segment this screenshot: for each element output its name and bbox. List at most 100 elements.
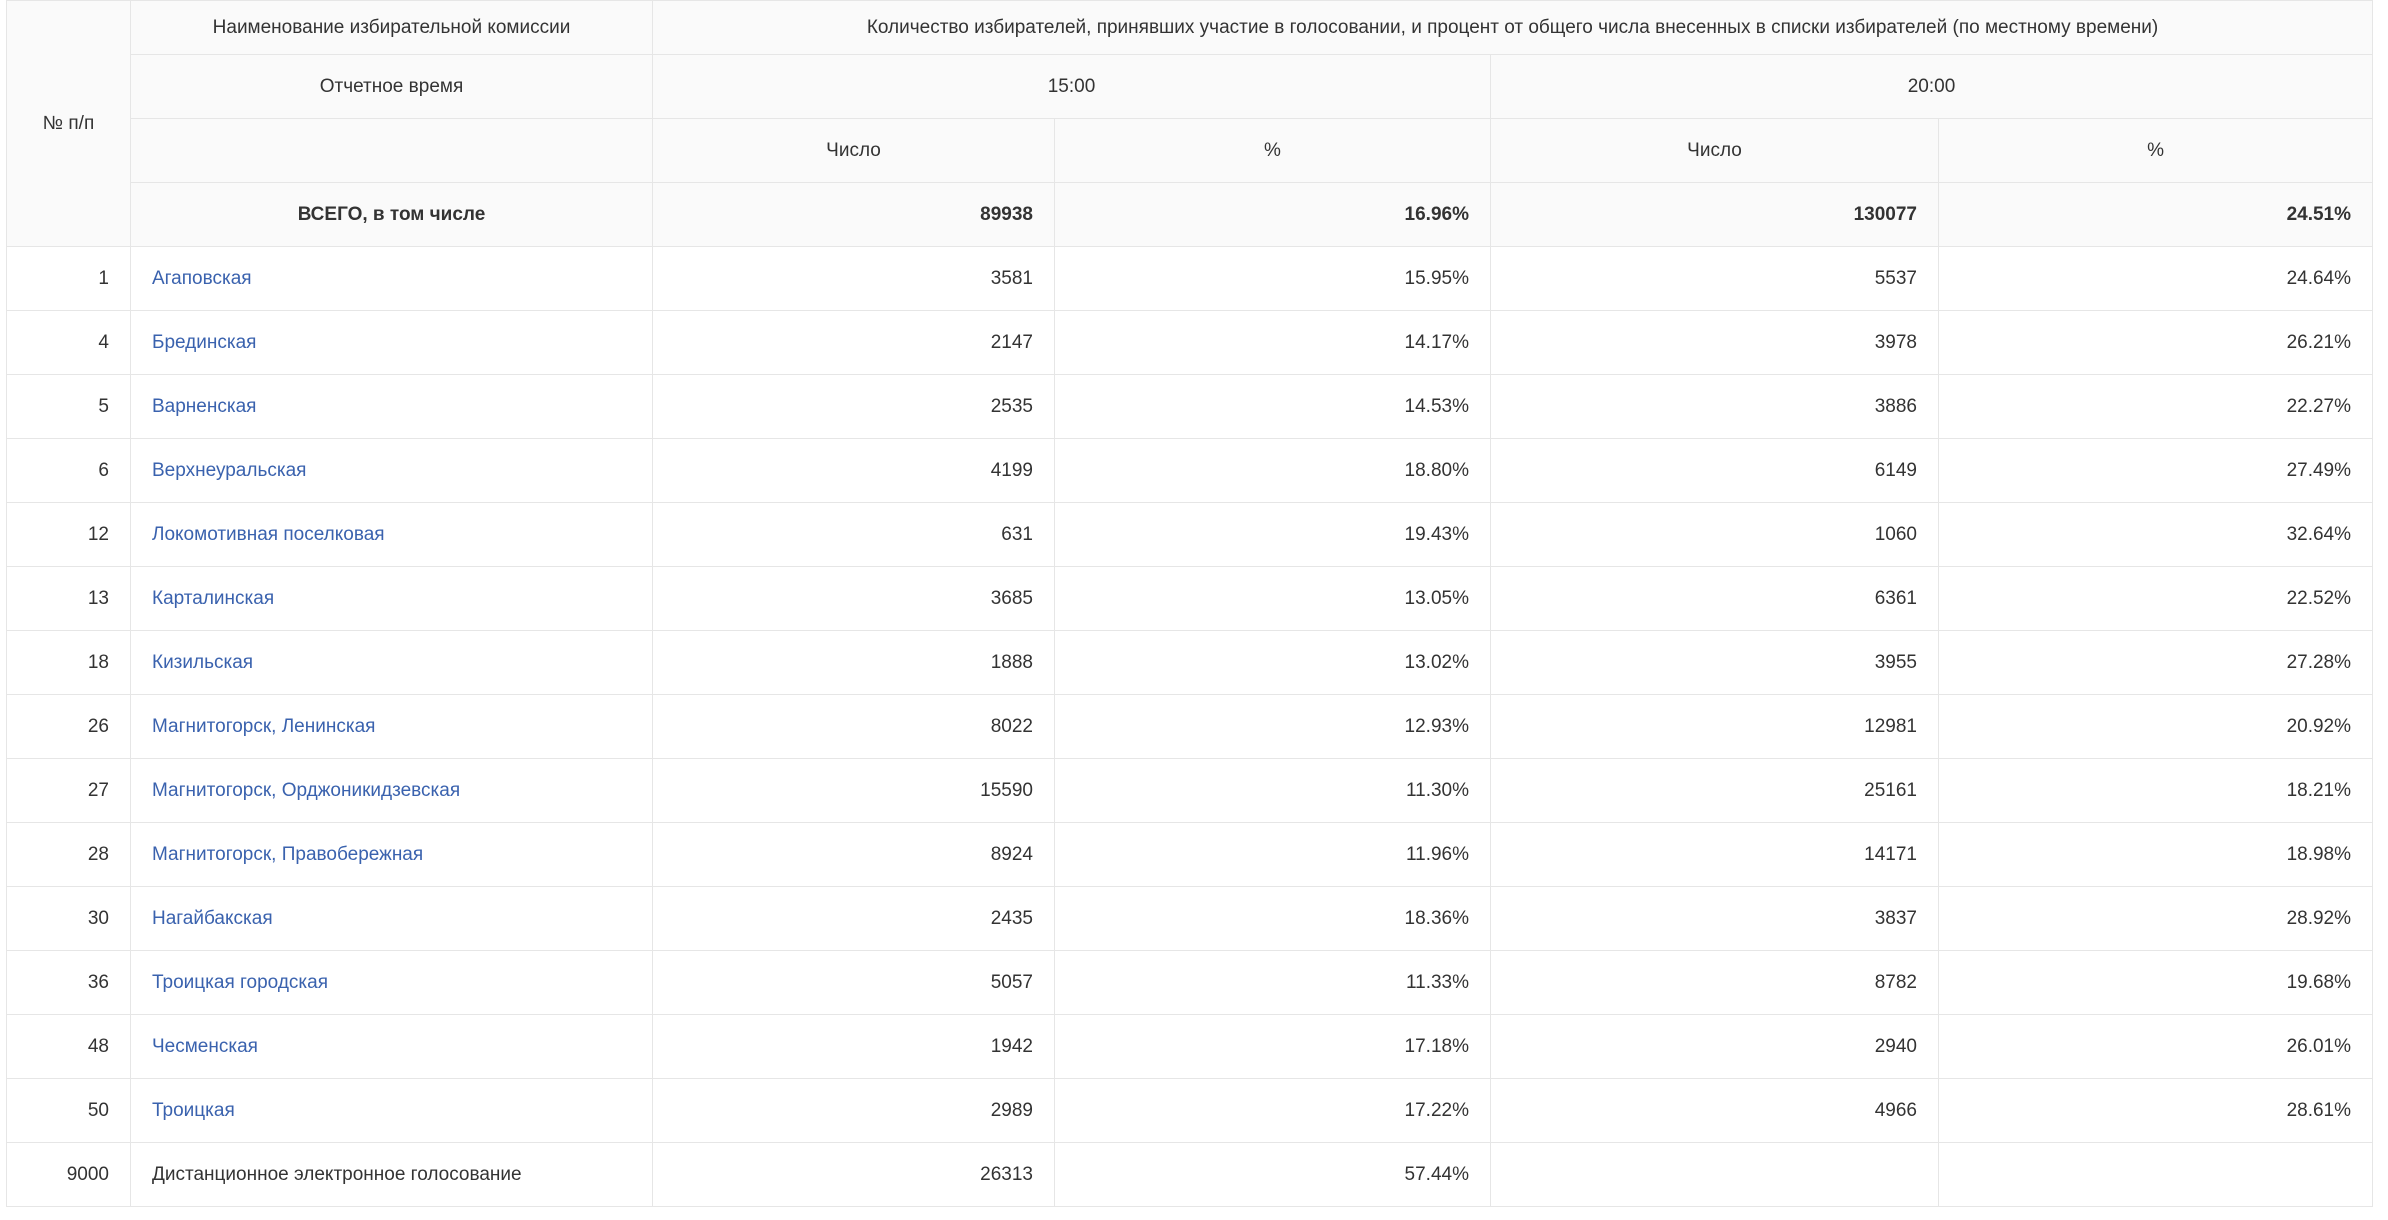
header-report-time: Отчетное время	[130, 54, 653, 119]
percent-2000: 22.27%	[1937, 374, 2374, 439]
row-number: 27	[6, 758, 131, 823]
row-number: 12	[6, 502, 131, 567]
table-row: 30 Нагайбакская 2435 18.36% 3837 28.92%	[6, 886, 2374, 951]
row-number: 28	[6, 822, 131, 887]
table-row: 6 Верхнеуральская 4199 18.80% 6149 27.49%	[6, 438, 2374, 503]
row-number: 4	[6, 310, 131, 375]
header-row-2: Отчетное время 15:00 20:00	[7, 54, 2374, 119]
percent-2000: 27.28%	[1937, 630, 2374, 695]
table-row-remote-voting: 9000 Дистанционное электронное голосовани…	[6, 1142, 2374, 1207]
percent-1500: 18.36%	[1054, 886, 1491, 951]
percent-2000: 19.68%	[1937, 950, 2374, 1015]
percent-2000: 20.92%	[1937, 694, 2374, 759]
count-2000: 2940	[1490, 1014, 1939, 1079]
count-1500: 1888	[652, 630, 1055, 695]
percent-1500: 13.05%	[1054, 566, 1491, 631]
count-2000: 6149	[1490, 438, 1939, 503]
header-time-2000: 20:00	[1489, 54, 2374, 119]
percent-2000: 18.98%	[1937, 822, 2374, 887]
count-2000: 5537	[1490, 246, 1939, 311]
count-2000	[1490, 1142, 1939, 1207]
count-2000: 25161	[1490, 758, 1939, 823]
percent-1500: 19.43%	[1054, 502, 1491, 567]
table-row: 18 Кизильская 1888 13.02% 3955 27.28%	[6, 630, 2374, 695]
commission-name-cell: Кизильская	[130, 630, 653, 695]
count-1500: 2435	[652, 886, 1055, 951]
count-1500: 1942	[652, 1014, 1055, 1079]
header-commission-name: Наименование избирательной комиссии	[130, 0, 653, 55]
commission-link[interactable]: Магнитогорск, Ленинская	[152, 716, 375, 737]
percent-1500: 11.96%	[1054, 822, 1491, 887]
total-count-2000: 130077	[1490, 182, 1939, 247]
percent-2000: 28.61%	[1937, 1078, 2374, 1143]
count-1500: 2535	[652, 374, 1055, 439]
header-time-1500: 15:00	[652, 54, 1491, 119]
total-label: ВСЕГО, в том числе	[130, 182, 653, 247]
percent-2000: 26.01%	[1937, 1014, 2374, 1079]
commission-link[interactable]: Агаповская	[152, 268, 252, 289]
percent-1500: 15.95%	[1054, 246, 1491, 311]
commission-link[interactable]: Брединская	[152, 332, 256, 353]
count-2000: 3886	[1490, 374, 1939, 439]
commission-link[interactable]: Верхнеуральская	[152, 460, 306, 481]
count-1500: 3581	[652, 246, 1055, 311]
header-count-1500: Число	[652, 118, 1055, 183]
row-number: 48	[6, 1014, 131, 1079]
commission-name-cell: Троицкая	[130, 1078, 653, 1143]
commission-name-cell: Варненская	[130, 374, 653, 439]
commission-link[interactable]: Троицкая городская	[152, 972, 328, 993]
count-2000: 14171	[1490, 822, 1939, 887]
percent-1500: 14.53%	[1054, 374, 1491, 439]
count-1500: 15590	[652, 758, 1055, 823]
count-1500: 2989	[652, 1078, 1055, 1143]
count-2000: 4966	[1490, 1078, 1939, 1143]
count-2000: 3978	[1490, 310, 1939, 375]
percent-1500: 11.33%	[1054, 950, 1491, 1015]
commission-link[interactable]: Магнитогорск, Орджоникидзевская	[152, 780, 460, 801]
header-percent-1500: %	[1054, 118, 1491, 183]
commission-link[interactable]: Чесменская	[152, 1036, 258, 1057]
commission-name-cell: Дистанционное электронное голосование	[130, 1142, 653, 1207]
count-2000: 6361	[1490, 566, 1939, 631]
count-1500: 8924	[652, 822, 1055, 887]
commission-name-cell: Локомотивная поселковая	[130, 502, 653, 567]
turnout-table: № п/п Наименование избирательной комисси…	[6, 0, 2374, 1207]
commission-name-cell: Агаповская	[130, 246, 653, 311]
commission-name: Дистанционное электронное голосование	[152, 1163, 522, 1185]
table-row: 50 Троицкая 2989 17.22% 4966 28.61%	[6, 1078, 2374, 1143]
count-2000: 3955	[1490, 630, 1939, 695]
total-percent-2000: 24.51%	[1937, 182, 2374, 247]
row-number: 36	[6, 950, 131, 1015]
header-empty-cell	[130, 118, 653, 183]
percent-2000	[1937, 1142, 2374, 1207]
row-number: 5	[6, 374, 131, 439]
percent-1500: 57.44%	[1054, 1142, 1491, 1207]
count-1500: 8022	[652, 694, 1055, 759]
commission-link[interactable]: Кизильская	[152, 652, 253, 673]
commission-name-cell: Магнитогорск, Правобережная	[130, 822, 653, 887]
table-row: 4 Брединская 2147 14.17% 3978 26.21%	[6, 310, 2374, 375]
percent-1500: 17.18%	[1054, 1014, 1491, 1079]
commission-link[interactable]: Магнитогорск, Правобережная	[152, 844, 423, 865]
percent-1500: 18.80%	[1054, 438, 1491, 503]
count-2000: 1060	[1490, 502, 1939, 567]
percent-1500: 11.30%	[1054, 758, 1491, 823]
commission-link[interactable]: Карталинская	[152, 588, 274, 609]
commission-link[interactable]: Троицкая	[152, 1100, 235, 1121]
percent-2000: 26.21%	[1937, 310, 2374, 375]
commission-link[interactable]: Нагайбакская	[152, 908, 273, 929]
commission-name-cell: Брединская	[130, 310, 653, 375]
percent-2000: 27.49%	[1937, 438, 2374, 503]
commission-name-cell: Магнитогорск, Орджоникидзевская	[130, 758, 653, 823]
percent-2000: 18.21%	[1937, 758, 2374, 823]
commission-link[interactable]: Варненская	[152, 396, 256, 417]
table-row: 26 Магнитогорск, Ленинская 8022 12.93% 12981…	[6, 694, 2374, 759]
commission-link[interactable]: Локомотивная поселковая	[152, 524, 385, 545]
commission-name-cell: Магнитогорск, Ленинская	[130, 694, 653, 759]
commission-name-cell: Нагайбакская	[130, 886, 653, 951]
count-1500: 4199	[652, 438, 1055, 503]
row-number: 13	[6, 566, 131, 631]
count-1500: 3685	[652, 566, 1055, 631]
header-count-2000: Число	[1490, 118, 1939, 183]
count-2000: 12981	[1490, 694, 1939, 759]
